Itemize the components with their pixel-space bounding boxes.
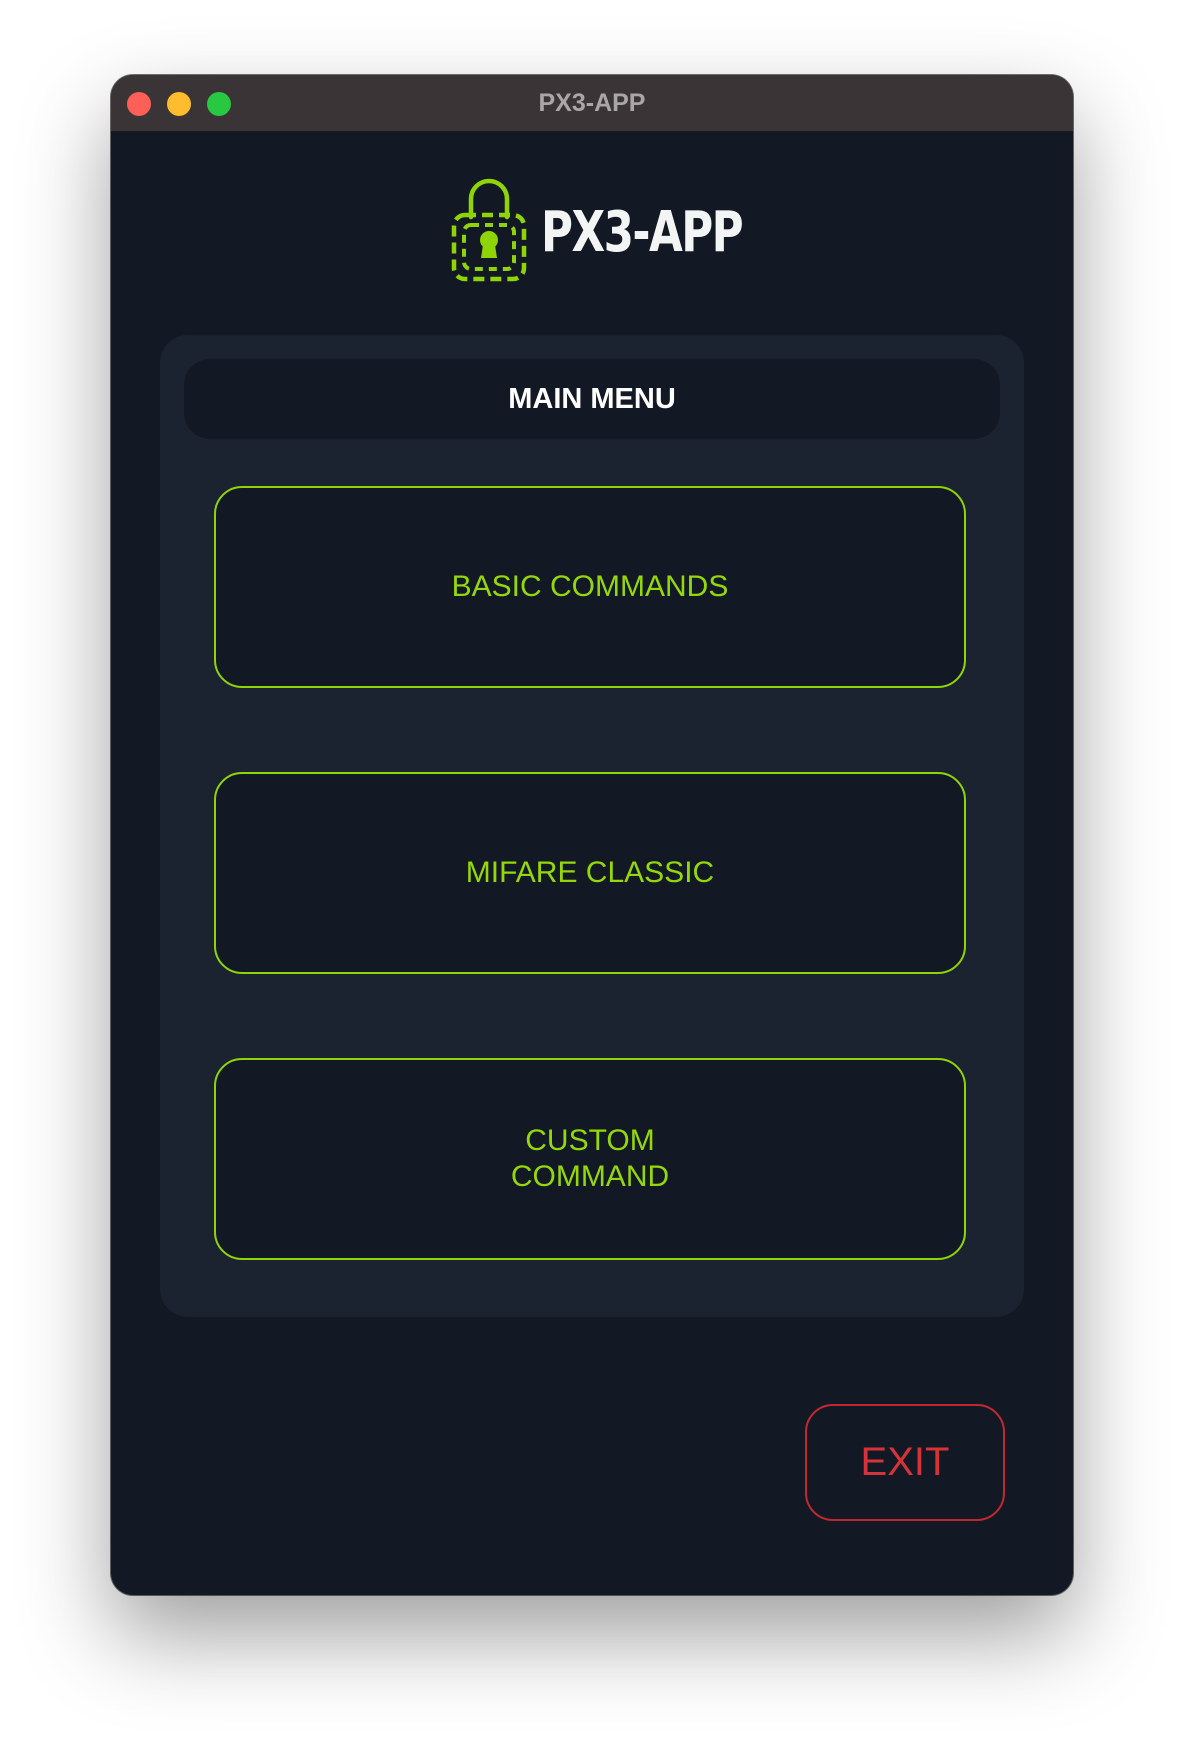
window-title: PX3-APP — [538, 89, 646, 117]
basic-commands-label: BASIC COMMANDS — [451, 570, 729, 603]
mifare-classic-button[interactable]: MIFARE CLASSIC — [214, 772, 966, 974]
logo-text: PX3-APP — [541, 200, 744, 265]
title-bar[interactable]: PX3-APP — [111, 75, 1073, 132]
app-logo: PX3-APP — [449, 175, 744, 285]
basic-commands-button[interactable]: BASIC COMMANDS — [214, 486, 966, 688]
custom-command-button[interactable]: CUSTOM COMMAND — [214, 1058, 966, 1260]
exit-button[interactable]: EXIT — [805, 1404, 1005, 1521]
exit-label: EXIT — [860, 1440, 950, 1484]
custom-command-label: CUSTOM COMMAND — [510, 1124, 670, 1193]
main-menu-panel: MAIN MENU BASIC COMMANDS MIFARE CLASSIC … — [160, 335, 1024, 1317]
app-window: PX3-APP PX3-APP MAIN MENU BASIC COMMANDS… — [111, 75, 1073, 1595]
main-menu-heading: MAIN MENU — [184, 359, 1000, 439]
mifare-classic-label: MIFARE CLASSIC — [465, 856, 715, 889]
padlock-keyhole-icon — [451, 178, 527, 282]
